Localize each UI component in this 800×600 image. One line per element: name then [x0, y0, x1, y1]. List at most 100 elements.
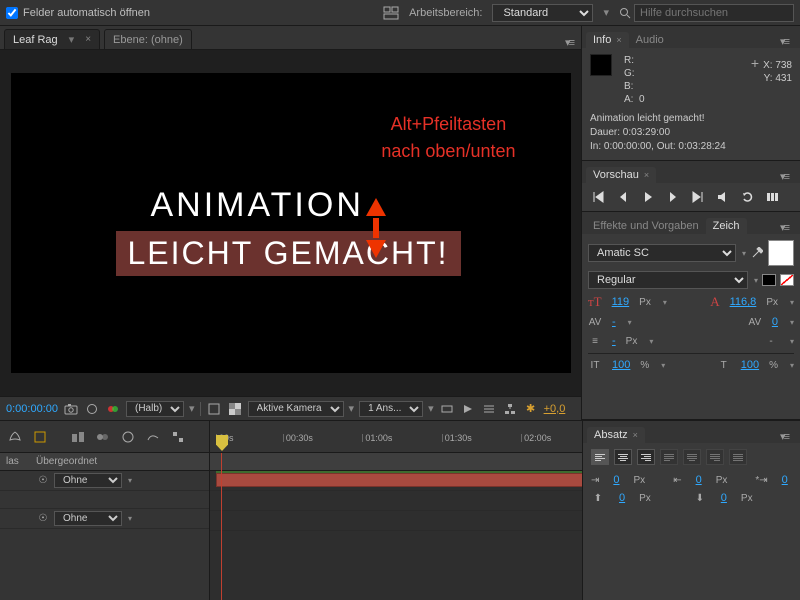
font-family-dropdown[interactable]: Amatic SC [588, 244, 736, 262]
next-frame-button[interactable] [665, 189, 681, 205]
font-style-dropdown[interactable]: Regular [588, 271, 748, 289]
stroke-width-value[interactable]: - [612, 335, 616, 347]
resolution-icon[interactable] [206, 401, 222, 417]
indent-first-value[interactable]: 0 [782, 474, 788, 486]
close-icon[interactable]: × [633, 430, 638, 440]
chevron-down-icon[interactable]: ▾ [663, 298, 667, 307]
graph-editor-icon[interactable] [144, 428, 162, 446]
character-panel-tab[interactable]: Zeich [706, 218, 747, 234]
search-icon [619, 7, 631, 19]
last-frame-button[interactable] [690, 189, 706, 205]
chevron-down-icon[interactable]: ▾ [790, 361, 794, 370]
auto-open-fields-checkbox[interactable]: Felder automatisch öffnen [6, 7, 150, 19]
first-frame-button[interactable] [590, 189, 606, 205]
align-center-button[interactable] [614, 449, 632, 465]
prev-frame-button[interactable] [615, 189, 631, 205]
help-search-input[interactable] [634, 4, 794, 22]
composition-canvas[interactable]: Alt+Pfeiltasten nach oben/unten ANIMATIO… [11, 73, 571, 373]
motion-blur-icon[interactable] [94, 428, 112, 446]
justify-all-button[interactable] [729, 449, 747, 465]
workspace-dropdown[interactable]: Standard [492, 4, 593, 22]
chevron-down-icon[interactable]: ▾ [790, 337, 794, 346]
pixel-aspect-icon[interactable] [439, 401, 455, 417]
fast-preview-icon[interactable] [460, 401, 476, 417]
brain-icon[interactable] [119, 428, 137, 446]
stroke-style-icon[interactable]: - [764, 334, 778, 348]
chevron-down-icon[interactable]: ▾ [661, 361, 665, 370]
indent-first-icon: *⇥ [755, 473, 767, 487]
panel-menu-icon[interactable]: ▾≡ [772, 430, 796, 443]
zoom-dropdown[interactable]: (Halb) [126, 401, 184, 417]
panel-menu-icon[interactable]: ▾≡ [772, 35, 796, 48]
timeline-icon[interactable] [481, 401, 497, 417]
panel-menu-icon[interactable]: ▾≡ [557, 36, 581, 49]
current-timecode[interactable]: 0:00:00:00 [6, 403, 58, 415]
composition-tab-active[interactable]: Leaf Rag ▾ × [4, 29, 100, 49]
indent-right-value[interactable]: 0 [696, 474, 702, 486]
play-button[interactable] [640, 189, 656, 205]
kerning-value[interactable]: - [612, 316, 616, 328]
mute-button[interactable] [715, 189, 731, 205]
composition-viewer[interactable]: Alt+Pfeiltasten nach oben/unten ANIMATIO… [0, 50, 581, 396]
horizontal-scale-icon: T [717, 358, 731, 372]
eyedropper-icon[interactable] [750, 246, 764, 260]
space-after-value[interactable]: 0 [721, 492, 727, 504]
camera-dropdown[interactable]: Aktive Kamera [248, 401, 344, 417]
close-icon[interactable]: × [644, 170, 649, 180]
chevron-down-icon[interactable]: ▾ [64, 33, 80, 46]
tracking-value[interactable]: 0 [772, 316, 778, 328]
preview-panel-tab[interactable]: Vorschau× [586, 167, 656, 183]
indent-left-value[interactable]: 0 [613, 474, 619, 486]
text-layer-title[interactable]: ANIMATION [151, 186, 364, 225]
panel-menu-icon[interactable]: ▾≡ [772, 221, 796, 234]
switches-icon[interactable] [169, 428, 187, 446]
close-icon[interactable]: × [616, 35, 621, 45]
shy-icon[interactable] [6, 428, 24, 446]
timeline-layer-row[interactable]: ☉ Ohne ▾ [0, 509, 209, 529]
audio-panel-tab[interactable]: Audio [629, 32, 671, 48]
chevron-down-icon[interactable]: ▾ [790, 298, 794, 307]
space-before-value[interactable]: 0 [619, 492, 625, 504]
justify-last-center-button[interactable] [683, 449, 701, 465]
paragraph-panel-tab[interactable]: Absatz× [587, 427, 645, 443]
space-before-icon: ⬆ [591, 491, 605, 505]
horizontal-scale-value[interactable]: 100 [741, 359, 759, 371]
chevron-down-icon[interactable]: ▾ [790, 318, 794, 327]
align-right-button[interactable] [637, 449, 655, 465]
font-size-value[interactable]: 119 [612, 296, 630, 308]
close-icon[interactable]: × [85, 34, 91, 45]
exposure-icon[interactable]: ✱ [523, 401, 539, 417]
justify-last-left-button[interactable] [660, 449, 678, 465]
text-layer-subtitle-selected[interactable]: LEICHT GEMACHT! [116, 231, 461, 276]
cube-icon[interactable] [31, 428, 49, 446]
leading-value[interactable]: 116,8 [730, 296, 757, 308]
parent-dropdown[interactable]: Ohne [54, 473, 122, 488]
frame-blend-icon[interactable] [69, 428, 87, 446]
stroke-swatch-black[interactable] [762, 274, 776, 286]
align-left-button[interactable] [591, 449, 609, 465]
layer-tab[interactable]: Ebene: (ohne) [104, 29, 192, 49]
stroke-color-none[interactable] [780, 274, 794, 286]
snapshot-icon[interactable] [63, 401, 79, 417]
effects-presets-tab[interactable]: Effekte und Vorgaben [586, 218, 706, 234]
timeline-layer-row[interactable]: ☉ Ohne ▾ [0, 471, 209, 491]
info-panel-tab[interactable]: Info× [586, 32, 629, 48]
workspace-dropdown-caret[interactable]: ▾ [603, 6, 609, 19]
pickwhip-icon[interactable]: ☉ [36, 512, 50, 526]
mask-icon[interactable] [84, 401, 100, 417]
chevron-down-icon[interactable]: ▾ [628, 318, 632, 327]
views-dropdown[interactable]: 1 Ans... [359, 401, 423, 417]
fill-color-swatch[interactable] [768, 240, 794, 266]
exposure-value[interactable]: +0,0 [544, 403, 566, 415]
pickwhip-icon[interactable]: ☉ [36, 474, 50, 488]
flowchart-icon[interactable] [502, 401, 518, 417]
channel-icon[interactable] [105, 401, 121, 417]
vertical-scale-value[interactable]: 100 [612, 359, 630, 371]
panel-menu-icon[interactable]: ▾≡ [772, 170, 796, 183]
transparency-grid-icon[interactable] [227, 401, 243, 417]
ram-preview-button[interactable] [765, 189, 781, 205]
chevron-down-icon[interactable]: ▾ [649, 337, 653, 346]
justify-last-right-button[interactable] [706, 449, 724, 465]
parent-dropdown[interactable]: Ohne [54, 511, 122, 526]
loop-button[interactable] [740, 189, 756, 205]
